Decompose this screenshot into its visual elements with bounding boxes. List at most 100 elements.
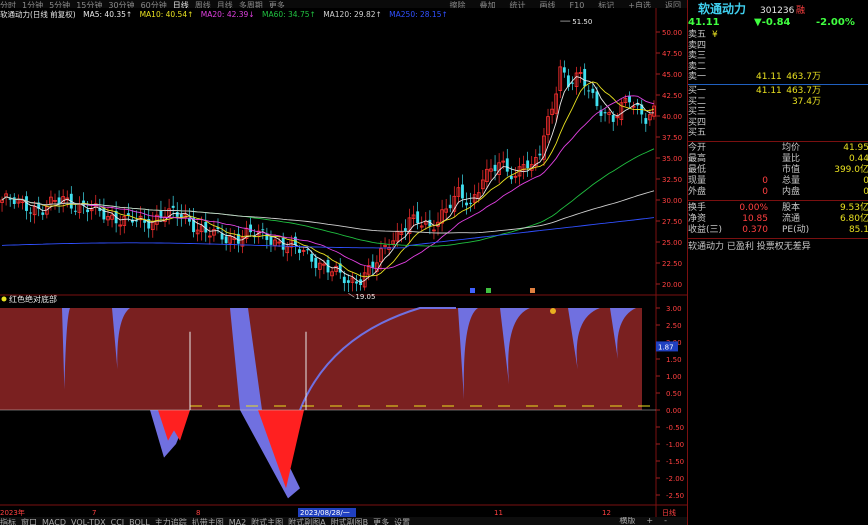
- indicator-dot: [1, 296, 7, 302]
- stat-v2: 85.1: [848, 225, 868, 235]
- stat-row-b-0: 换手 0.00% 股本 9.53亿: [688, 203, 868, 214]
- stat-v1: 0: [762, 187, 768, 197]
- quote-header: 软通动力 301236 融: [688, 2, 868, 18]
- indicator-tick-label: 0.00: [666, 407, 682, 415]
- ma-info-line: 软通动力(日线 前复权) MA5: 40.35↑ MA10: 40.54↑ MA…: [0, 9, 453, 20]
- indicator-tick-label: -1.50: [666, 458, 684, 466]
- candle-body: [587, 90, 591, 92]
- indicator-tab-4[interactable]: CCI: [111, 519, 125, 525]
- sell-5-row: 卖五 ¥: [688, 30, 868, 41]
- indicator-tab-6[interactable]: 主力追踪: [155, 519, 187, 525]
- price-tick-label: 47.50: [662, 50, 682, 58]
- price-tick-label: 37.50: [662, 134, 682, 142]
- price-row: 41.11 ▼-0.84 -2.00%: [688, 17, 868, 30]
- candle-body: [562, 67, 566, 73]
- buy-1-price: 41.11: [756, 86, 782, 96]
- x-axis-label-1: 7: [92, 509, 96, 517]
- stat-l1: 收益(三): [688, 225, 723, 235]
- indicator-tick-label: -2.50: [666, 492, 684, 500]
- sell-1-label: 卖一: [688, 72, 707, 83]
- indicator-tick-label: 2.50: [666, 322, 682, 330]
- stat-row-a-0: 今开 均价 41.95: [688, 143, 868, 154]
- indicator-tick-label: 0.50: [666, 390, 682, 398]
- indicator-tick-label: -1.00: [666, 441, 684, 449]
- stat-row-b-1: 净资 10.85 流通 6.80亿: [688, 214, 868, 225]
- candle-body: [461, 184, 464, 199]
- stat-v2: 0.44: [848, 154, 868, 164]
- stats-divider-2: [688, 200, 868, 201]
- ma120-label: MA120: 29.82↑: [323, 10, 382, 19]
- indicator-tab-7[interactable]: 扒带主图: [192, 519, 224, 525]
- candle-body: [249, 224, 253, 233]
- indicator-tick-label: 3.00: [666, 305, 682, 313]
- stat-l1: 最低: [688, 165, 707, 175]
- price-change: ▼-0.84: [754, 17, 791, 28]
- low-price-label: 19.05: [355, 293, 375, 301]
- sell-4-row: 卖四: [688, 41, 868, 52]
- ma5-label: MA5: 40.35↑: [83, 10, 133, 19]
- sell-3-label: 卖三: [688, 51, 707, 62]
- price-tick-label: 45.00: [662, 71, 682, 79]
- candle-body: [171, 205, 175, 208]
- stat-l2: 总量: [782, 176, 801, 186]
- candle-body: [57, 197, 61, 204]
- indicator-tab-9[interactable]: 附式主图: [251, 519, 283, 525]
- indicator-tab-12[interactable]: 更多: [373, 519, 389, 525]
- candle-body: [505, 158, 509, 172]
- stat-row-a-4: 外盘 0 内盘 0: [688, 187, 868, 198]
- view-control-2[interactable]: -: [664, 517, 667, 525]
- candle-body: [644, 118, 648, 124]
- ma250-line: [1, 217, 655, 249]
- sell-5-extra: ¥: [712, 30, 718, 40]
- x-axis-label-3: 2023/08/28/一: [300, 509, 350, 517]
- view-control-0[interactable]: 横版: [619, 517, 635, 525]
- candle-body: [29, 212, 32, 214]
- stat-v2: 0: [863, 176, 868, 186]
- indicator-tick-label: 1.50: [666, 356, 682, 364]
- stock-name: 软通动力: [698, 2, 747, 16]
- buy-1-row: 买一 41.11 463.7万: [688, 86, 868, 97]
- buy-2-row: 买二 37.4万: [688, 97, 868, 108]
- ma20-label: MA20: 42.39↓: [200, 10, 255, 19]
- indicator-tab-8[interactable]: MA2: [229, 519, 246, 525]
- candle-body: [314, 257, 318, 268]
- candle-body: [448, 204, 452, 209]
- indicator-tab-1[interactable]: 窗口: [21, 519, 37, 525]
- indicator-tab-2[interactable]: MACD: [42, 519, 66, 525]
- sell-1-volume: 463.7万: [786, 72, 821, 83]
- buy-3-row: 买三: [688, 107, 868, 118]
- chart-area[interactable]: 50.00 47.50 45.00 42.50 40.00 37.50 35.00 32.50…: [0, 8, 687, 517]
- candle-body: [538, 153, 542, 156]
- indicator-tab-3[interactable]: VOL-TDX: [71, 519, 106, 525]
- indicator-brown-area: [0, 308, 642, 410]
- candle-body: [73, 210, 77, 212]
- stock-code: 301236: [760, 6, 795, 16]
- price-tick-label: 40.00: [662, 113, 682, 121]
- price-tick-label: 32.50: [662, 176, 682, 184]
- candle-body: [12, 197, 16, 204]
- stat-row-b-2: 收益(三) 0.370 PE(动) 85.1: [688, 225, 868, 236]
- stat-v1: 10.85: [742, 214, 768, 224]
- view-control-1[interactable]: +: [646, 517, 653, 525]
- sell-2-row: 卖二: [688, 62, 868, 73]
- sell-1-row: 卖一 41.11 463.7万: [688, 72, 868, 83]
- indicator-tab-11[interactable]: 附式副图B: [331, 519, 369, 525]
- x-axis-label-5: 12: [602, 509, 611, 517]
- candle-body: [102, 207, 106, 220]
- stat-v2: 9.53亿: [839, 203, 868, 213]
- stat-v2: 399.0亿: [834, 165, 868, 175]
- indicator-tab-0[interactable]: 指标: [0, 519, 16, 525]
- quote-panel: 软通动力 301236 融 41.11 ▼-0.84 -2.00% 卖五 ¥ 卖四卖…: [687, 0, 868, 525]
- buy-1-volume: 463.7万: [786, 86, 821, 96]
- indicator-tab-5[interactable]: BOLL: [129, 519, 150, 525]
- buy-2-volume: 37.4万: [791, 96, 821, 107]
- x-axis-label-0: 2023年: [0, 508, 25, 517]
- stat-row-a-2: 最低 市值 399.0亿: [688, 165, 868, 176]
- toolbar-buttons: 擦除 叠加 统计 画线 F10 标记 +自选 返回: [442, 0, 687, 9]
- stat-l1: 换手: [688, 203, 707, 213]
- indicator-tab-10[interactable]: 附式副图A: [288, 519, 325, 525]
- indicator-tab-13[interactable]: 设置: [394, 519, 410, 525]
- buy-1-label: 买一: [688, 86, 707, 96]
- price-tick-label: 42.50: [662, 92, 682, 100]
- period-toolbar: 分时 1分钟 5分钟 15分钟 30分钟 60分钟 日线 周线 月线 多周期 更多 擦除 叠加 统计 画线 F…: [0, 0, 687, 8]
